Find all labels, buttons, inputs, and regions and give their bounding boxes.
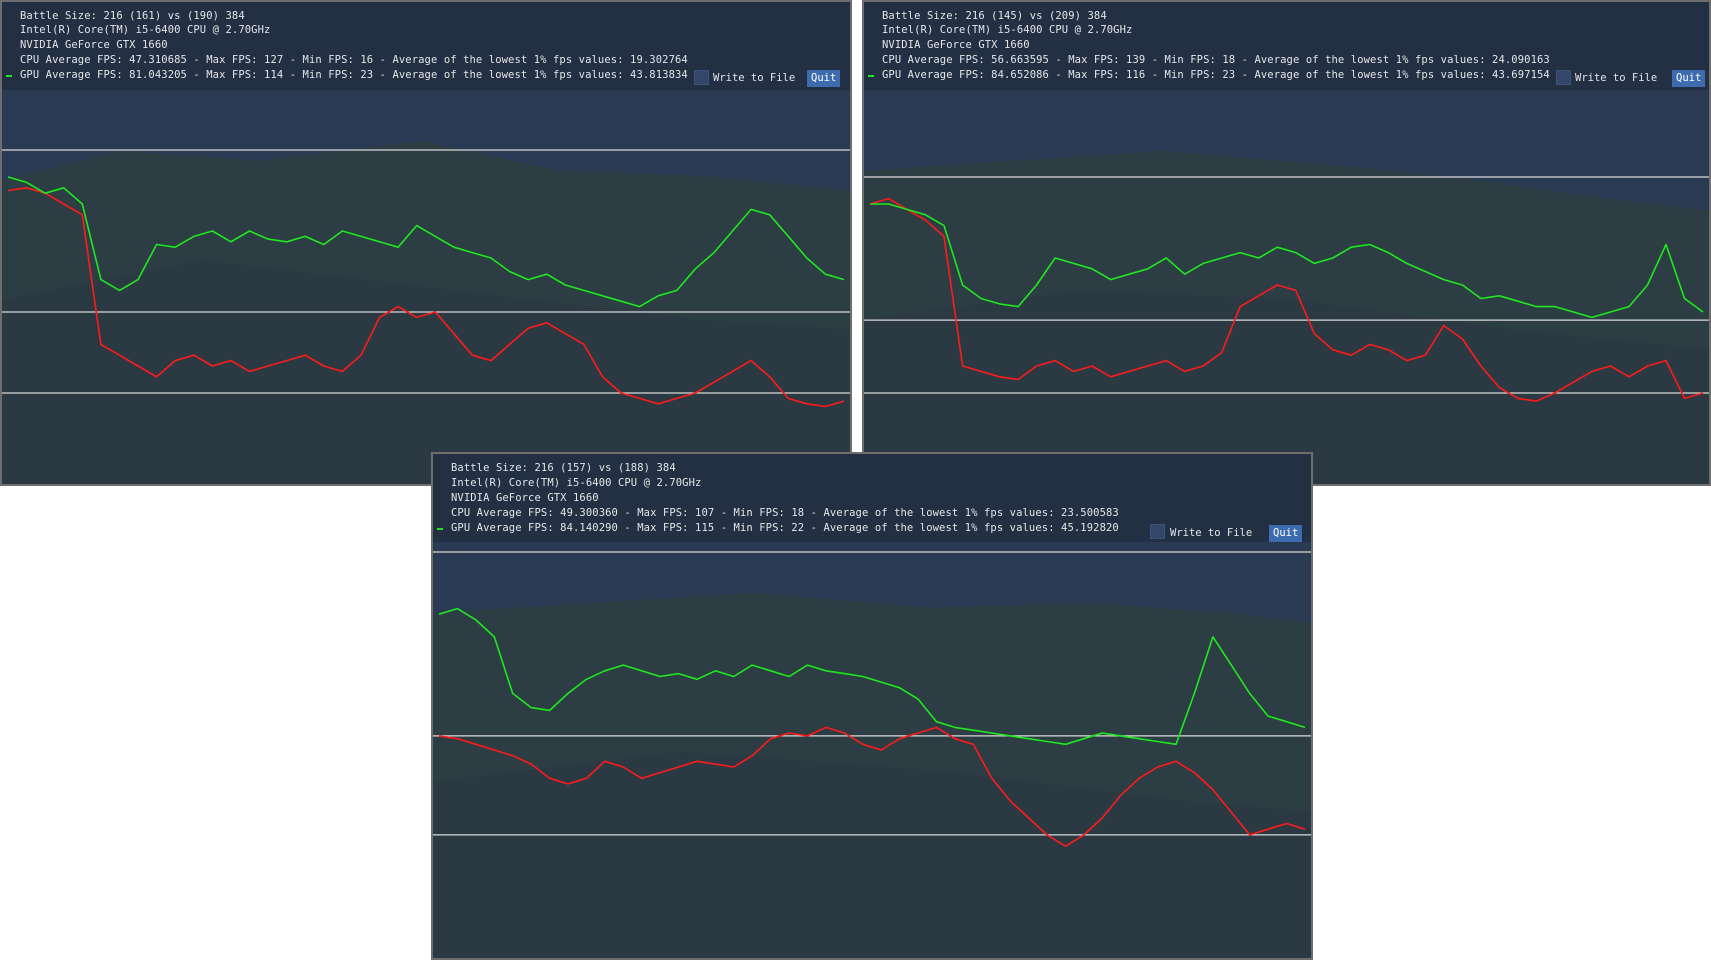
cpu-stats-text: CPU Average FPS: 56.663595 - Max FPS: 13… <box>882 54 1550 66</box>
cpu-name-text: Intel(R) Core(TM) i5-6400 CPU @ 2.70GHz <box>451 477 702 489</box>
cpu-stats-text: CPU Average FPS: 47.310685 - Max FPS: 12… <box>20 54 688 66</box>
cpu-stats-text: CPU Average FPS: 49.300360 - Max FPS: 10… <box>451 507 1119 519</box>
write-to-file-label[interactable]: Write to File <box>1170 527 1252 539</box>
quit-button[interactable]: Quit <box>1672 70 1706 87</box>
gpu-legend-swatch <box>868 75 874 77</box>
fps-graph-svg <box>864 176 1709 402</box>
quit-button[interactable]: Quit <box>1269 525 1303 542</box>
gpu-name-text: NVIDIA GeForce GTX 1660 <box>451 492 599 504</box>
gpu-fps-line <box>870 203 1704 319</box>
gpu-fps-line <box>438 607 1306 746</box>
fps-graph <box>2 90 850 484</box>
fps-graph-svg <box>2 149 850 408</box>
gpu-stats-text: GPU Average FPS: 81.043205 - Max FPS: 11… <box>20 69 688 81</box>
write-to-file-label[interactable]: Write to File <box>713 72 795 84</box>
benchmark-window-2: Battle Size: 216 (145) vs (209) 384 Inte… <box>862 0 1711 486</box>
gpu-name-text: NVIDIA GeForce GTX 1660 <box>882 39 1030 51</box>
cpu-fps-line <box>869 197 1704 402</box>
gpu-stats-text: GPU Average FPS: 84.140290 - Max FPS: 11… <box>451 522 1119 534</box>
cpu-name-text: Intel(R) Core(TM) i5-6400 CPU @ 2.70GHz <box>882 24 1133 36</box>
gpu-legend-swatch <box>437 528 443 530</box>
benchmark-window-1: Battle Size: 216 (161) vs (190) 384 Inte… <box>0 0 852 486</box>
write-to-file-checkbox[interactable] <box>694 70 709 85</box>
stats-header: Battle Size: 216 (157) vs (188) 384 Inte… <box>433 454 1311 542</box>
gpu-fps-line <box>7 176 845 308</box>
cpu-fps-line <box>438 726 1306 848</box>
stats-header: Battle Size: 216 (145) vs (209) 384 Inte… <box>864 2 1709 90</box>
fps-graph <box>864 90 1709 484</box>
quit-button[interactable]: Quit <box>807 70 841 87</box>
gpu-stats-text: GPU Average FPS: 84.652086 - Max FPS: 11… <box>882 69 1550 81</box>
gpu-legend-swatch <box>6 75 12 77</box>
fps-graph <box>433 546 1311 958</box>
fps-graph-svg <box>433 551 1311 848</box>
battle-size-text: Battle Size: 216 (145) vs (209) 384 <box>882 10 1107 22</box>
write-to-file-checkbox[interactable] <box>1150 524 1165 539</box>
cpu-name-text: Intel(R) Core(TM) i5-6400 CPU @ 2.70GHz <box>20 24 271 36</box>
battle-size-text: Battle Size: 216 (157) vs (188) 384 <box>451 462 676 474</box>
benchmark-window-3: Battle Size: 216 (157) vs (188) 384 Inte… <box>431 452 1313 960</box>
write-to-file-checkbox[interactable] <box>1556 70 1571 85</box>
gpu-name-text: NVIDIA GeForce GTX 1660 <box>20 39 168 51</box>
stats-header: Battle Size: 216 (161) vs (190) 384 Inte… <box>2 2 850 90</box>
cpu-fps-line <box>7 187 845 408</box>
battle-size-text: Battle Size: 216 (161) vs (190) 384 <box>20 10 245 22</box>
write-to-file-label[interactable]: Write to File <box>1575 72 1657 84</box>
